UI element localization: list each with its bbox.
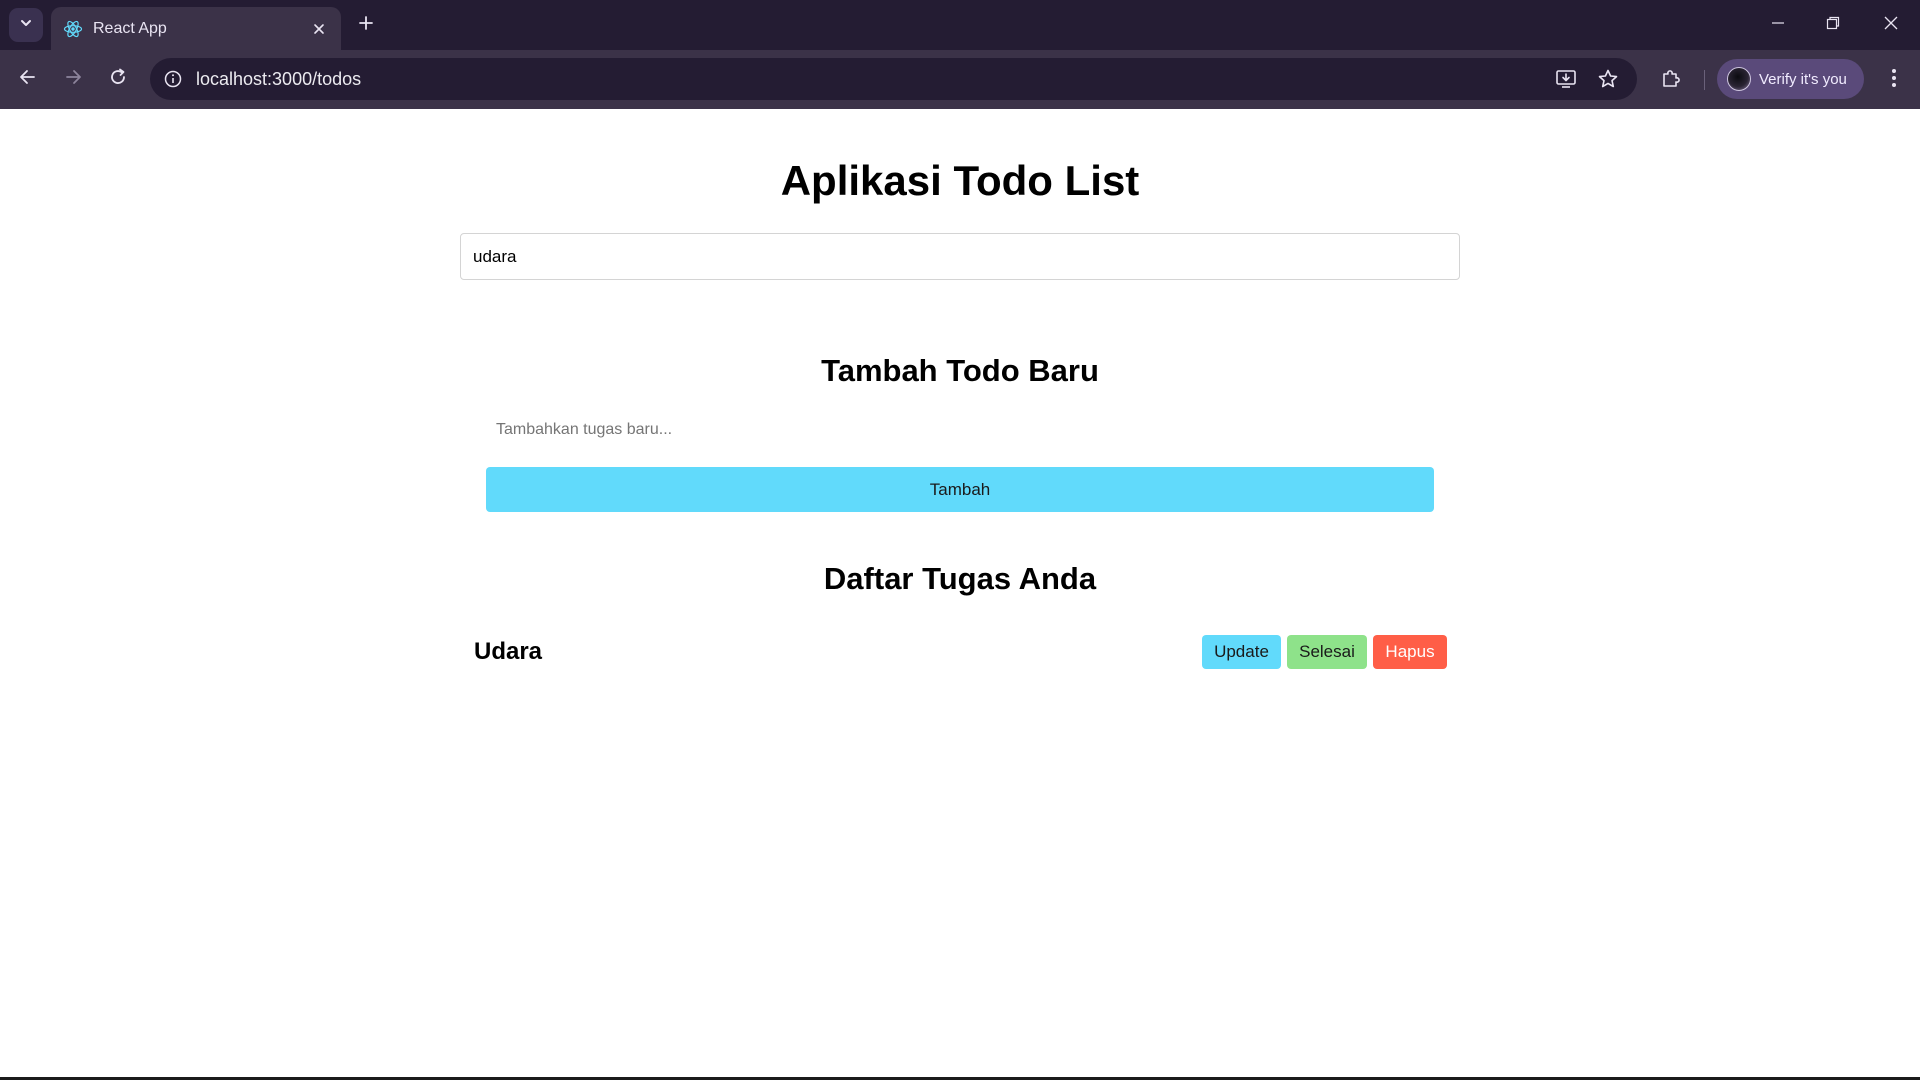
tab-title: React App [93,19,167,37]
arrow-left-icon [18,67,38,92]
search-input[interactable] [460,233,1460,280]
todo-text: Udara [474,638,543,665]
profile-label: Verify it's you [1759,70,1847,88]
close-icon [1884,16,1898,35]
close-icon[interactable] [309,19,329,39]
site-info-icon[interactable] [160,66,186,92]
react-logo-icon [63,19,83,39]
plus-icon [358,15,374,36]
install-app-icon[interactable] [1554,67,1578,91]
minimize-icon [1771,16,1785,35]
close-window-button[interactable] [1876,10,1906,40]
minimize-button[interactable] [1763,10,1793,40]
back-button[interactable] [12,63,44,95]
arrow-right-icon [63,67,83,92]
profile-button[interactable]: Verify it's you [1717,59,1864,99]
page-content: Aplikasi Todo List Tambah Todo Baru Tamb… [0,109,1920,1077]
extensions-button[interactable] [1657,66,1685,94]
reload-button[interactable] [102,63,134,95]
toolbar-divider [1704,70,1705,90]
kebab-menu-icon [1891,68,1897,93]
complete-button[interactable]: Selesai [1287,635,1367,669]
puzzle-icon [1660,67,1682,94]
todo-list-heading: Daftar Tugas Anda [823,561,1097,596]
restore-icon [1826,16,1840,35]
new-tab-button[interactable] [353,12,379,38]
browser-tabstrip: React App [0,0,1920,50]
reload-icon [108,67,128,92]
browser-tab-active[interactable]: React App [51,7,341,50]
update-button[interactable]: Update [1202,635,1281,669]
add-todo-heading: Tambah Todo Baru [821,353,1099,388]
browser-menu-button[interactable] [1880,66,1908,94]
tab-search-button[interactable] [9,8,43,42]
todo-list-item: Udara Update Selesai Hapus [460,632,1460,672]
chevron-down-icon [19,16,33,35]
page-title: Aplikasi Todo List [780,157,1140,204]
address-bar[interactable]: localhost:3000/todos [150,58,1637,100]
avatar [1727,67,1751,91]
add-todo-button[interactable]: Tambah [486,467,1434,512]
new-todo-input[interactable] [486,411,1434,449]
delete-button[interactable]: Hapus [1373,635,1447,669]
address-url: localhost:3000/todos [196,69,362,89]
browser-toolbar: localhost:3000/todos Verify it's you [0,50,1920,109]
forward-button[interactable] [57,63,89,95]
restore-button[interactable] [1818,10,1848,40]
bookmark-star-icon[interactable] [1596,67,1620,91]
